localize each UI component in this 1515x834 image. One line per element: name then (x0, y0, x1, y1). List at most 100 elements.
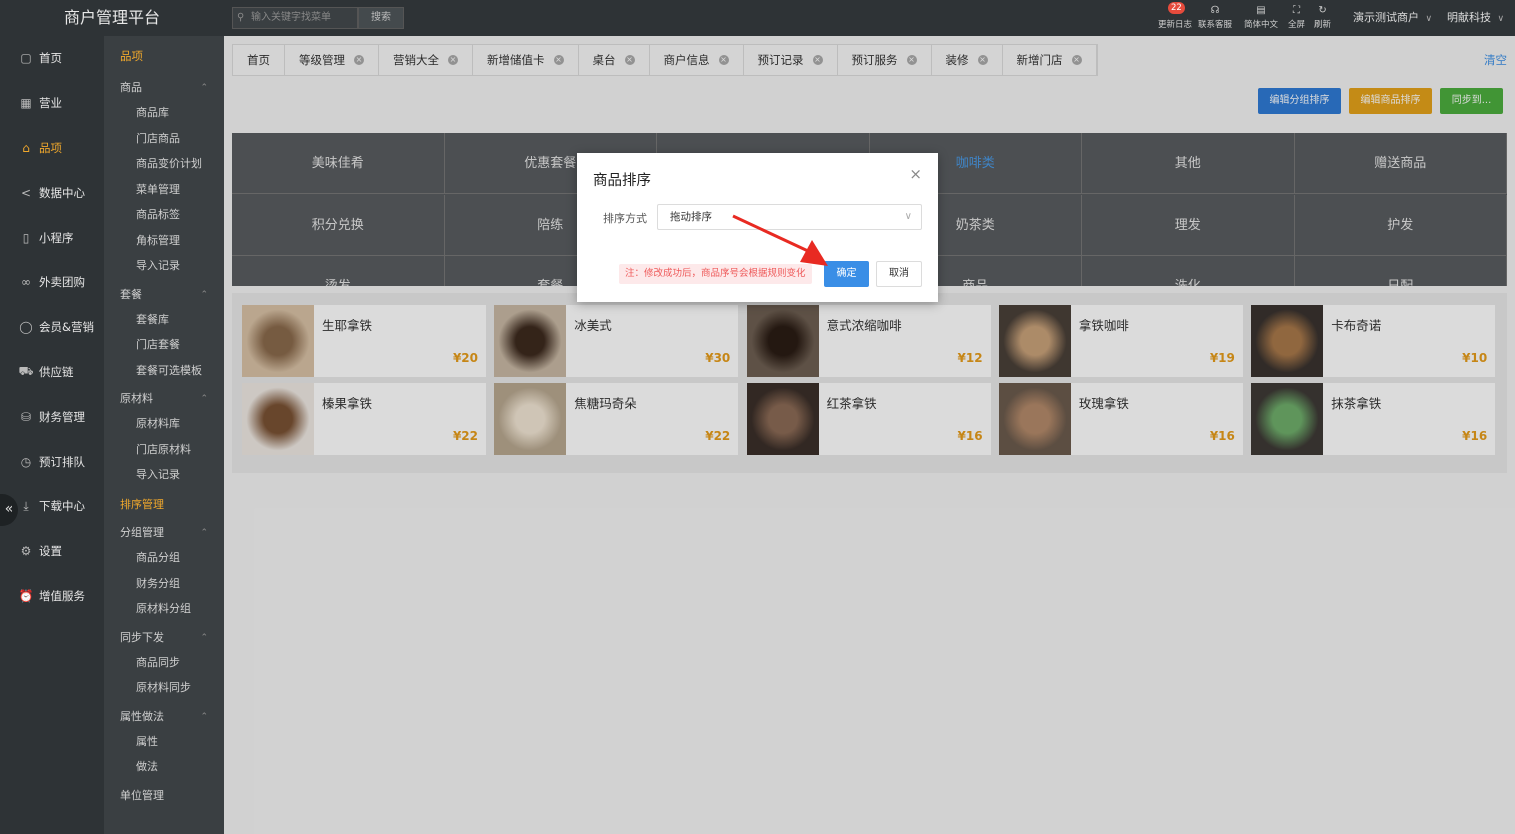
nav-item-label: 外卖团购 (39, 275, 85, 290)
subnav-group[interactable]: 商品 ⌃ (104, 76, 224, 100)
subnav-item[interactable]: 角标管理 (104, 228, 224, 254)
subnav-group-label: 套餐 (120, 287, 142, 301)
share-icon: < (20, 185, 32, 200)
secondary-sidebar: 品项 商品 ⌃ 商品库 门店商品 商品变价计划 菜单管理 商品标签 角标管理 导入记录 套餐 ⌃ 套餐库… (104, 36, 224, 834)
notification-badge: 22 (1168, 2, 1185, 14)
sort-method-label: 排序方式 (603, 212, 647, 225)
topbar-tool-label: 更新日志 (1158, 20, 1193, 30)
company-name: 明献科技 (1447, 11, 1491, 24)
chevron-up-icon: ⌃ (200, 528, 208, 538)
subnav-group[interactable]: 套餐 ⌃ (104, 283, 224, 307)
subnav-group[interactable]: 同步下发 ⌃ (104, 626, 224, 650)
users-icon: ∞ (21, 275, 31, 290)
subnav-item[interactable]: 菜单管理 (104, 177, 224, 203)
subnav-item[interactable]: 商品变价计划 (104, 151, 224, 177)
subnav-item[interactable]: 做法 (104, 754, 224, 780)
subnav-group[interactable]: 分组管理 ⌃ (104, 521, 224, 545)
calendar-icon: ▦ (20, 96, 32, 111)
product-sort-dialog: 商品排序 × 排序方式 拖动排序 ∨ 注：修改成功后，商品序号会根据规则变化 确… (577, 153, 938, 302)
menu-search-button[interactable]: 搜索 (358, 7, 404, 29)
chevron-up-icon: ⌃ (200, 83, 208, 93)
chevron-up-icon: ⌃ (200, 289, 208, 300)
nav-item-1[interactable]: ▦ 营业 (0, 81, 104, 126)
subnav-item[interactable]: 套餐可选模板 (104, 358, 224, 384)
sort-method-select[interactable]: 拖动排序 ∨ (657, 204, 922, 230)
close-icon[interactable]: × (909, 165, 922, 183)
cancel-button[interactable]: 取消 (876, 261, 922, 287)
menu-search-input[interactable]: ⚲ 输入关键字找菜单 (232, 7, 358, 29)
nav-item-12[interactable]: ⏰ 增值服务 (0, 574, 104, 619)
headset-icon: ☊ (1210, 5, 1220, 16)
subnav-group[interactable]: 原材料 ⌃ (104, 387, 224, 411)
alarm-icon: ⏰ (18, 588, 34, 603)
nav-item-2[interactable]: ⌂ 品项 (0, 126, 104, 171)
topbar-tool-0[interactable]: ♫更新日志22 (1158, 2, 1193, 32)
nav-item-9[interactable]: ◷ 预订排队 (0, 439, 104, 484)
nav-item-0[interactable]: ▢ 首页 (0, 36, 104, 81)
merchant-switcher[interactable]: 演示测试商户 ∨ (1353, 0, 1432, 36)
subnav-item-units[interactable]: 单位管理 (104, 784, 224, 808)
topbar-tool-label: 刷新 (1314, 20, 1332, 30)
topbar-tool-label: 联系客服 (1198, 20, 1233, 30)
user-icon: ◯ (19, 320, 33, 335)
subnav-group-label: 原材料 (120, 392, 153, 405)
nav-item-4[interactable]: ▯ 小程序 (0, 215, 104, 260)
subnav-item[interactable]: 门店商品 (104, 126, 224, 152)
nav-item-label: 营业 (39, 96, 62, 111)
nav-item-7[interactable]: ⛟ 供应链 (0, 350, 104, 395)
truck-icon: ⛟ (18, 363, 34, 378)
subnav-item[interactable]: 商品同步 (104, 650, 224, 676)
subnav-group[interactable]: 属性做法 ⌃ (104, 705, 224, 729)
confirm-button[interactable]: 确定 (824, 261, 869, 287)
chevron-down-icon: ∨ (1497, 14, 1505, 24)
nav-item-8[interactable]: ⛁ 财务管理 (0, 394, 104, 439)
bag-icon: ⌂ (22, 140, 30, 155)
brand-title: 商户管理平台 (0, 0, 224, 36)
primary-nav: ▢ 首页 ▦ 营业 ⌂ 品项 < 数据中心 ▯ 小程序 ∞ 外卖团购 ◯ 会员&营销 ⛟ 供应链 ⛁ 财务管理 ◷ 预… (0, 36, 104, 618)
nav-item-5[interactable]: ∞ 外卖团购 (0, 260, 104, 305)
subnav-group-label: 分组管理 (120, 526, 164, 539)
topbar-tool-4[interactable]: ↻ 刷新 (1314, 4, 1331, 32)
nav-item-label: 设置 (39, 544, 62, 559)
topbar-tool-1[interactable]: ☊ 联系客服 (1198, 4, 1232, 32)
nav-item-11[interactable]: ⚙ 设置 (0, 529, 104, 574)
nav-item-label: 财务管理 (39, 409, 85, 424)
subnav-item[interactable]: 属性 (104, 729, 224, 755)
subnav-item[interactable]: 门店套餐 (104, 332, 224, 358)
subnav-item[interactable]: 商品库 (104, 100, 224, 126)
subnav-item[interactable]: 导入记录 (104, 462, 224, 488)
sort-method-value: 拖动排序 (670, 211, 712, 223)
subnav-item[interactable]: 原材料库 (104, 411, 224, 437)
subnav-item-sort-management[interactable]: 排序管理 (104, 492, 224, 518)
subnav-item[interactable]: 原材料同步 (104, 675, 224, 701)
chevron-up-icon: ⌃ (200, 394, 208, 404)
nav-item-label: 预订排队 (39, 454, 85, 469)
nav-item-label: 品项 (39, 140, 62, 155)
top-bar: ⚲ 输入关键字找菜单 搜索 ♫更新日志22☊联系客服▤简体中文⛶全屏↻刷新 演示… (224, 0, 1515, 36)
home-icon: ▢ (20, 51, 32, 66)
refresh-icon: ↻ (1318, 5, 1327, 16)
subnav-group-label: 同步下发 (120, 630, 164, 644)
sort-note: 注：修改成功后，商品序号会根据规则变化 (619, 264, 812, 284)
topbar-tool-3[interactable]: ⛶ 全屏 (1288, 4, 1305, 32)
company-switcher[interactable]: 明献科技 ∨ (1447, 0, 1504, 36)
subnav-item[interactable]: 商品标签 (104, 202, 224, 228)
nav-item-label: 首页 (39, 51, 62, 66)
database-icon: ⛁ (20, 409, 32, 424)
subnav-item[interactable]: 原材料分组 (104, 596, 224, 622)
gear-icon: ⚙ (20, 544, 32, 559)
nav-item-6[interactable]: ◯ 会员&营销 (0, 305, 104, 350)
subnav-group-label: 属性做法 (120, 709, 164, 723)
nav-item-3[interactable]: < 数据中心 (0, 170, 104, 215)
subnav-item[interactable]: 商品分组 (104, 545, 224, 571)
subnav-item[interactable]: 导入记录 (104, 253, 224, 279)
topbar-tool-2[interactable]: ▤ 简体中文 (1244, 4, 1278, 32)
subnav-item[interactable]: 套餐库 (104, 307, 224, 333)
nav-item-label: 供应链 (39, 364, 74, 379)
dialog-title: 商品排序 (593, 173, 651, 189)
phone-icon: ▯ (22, 230, 30, 245)
subnav-item[interactable]: 门店原材料 (104, 437, 224, 463)
subnav-item[interactable]: 财务分组 (104, 571, 224, 597)
chevron-down-icon: ∨ (904, 211, 912, 222)
primary-sidebar: ▢ 首页 ▦ 营业 ⌂ 品项 < 数据中心 ▯ 小程序 ∞ 外卖团购 ◯ 会员&营销 ⛟ 供应链 ⛁ 财务管理 ◷ 预… (0, 0, 104, 834)
